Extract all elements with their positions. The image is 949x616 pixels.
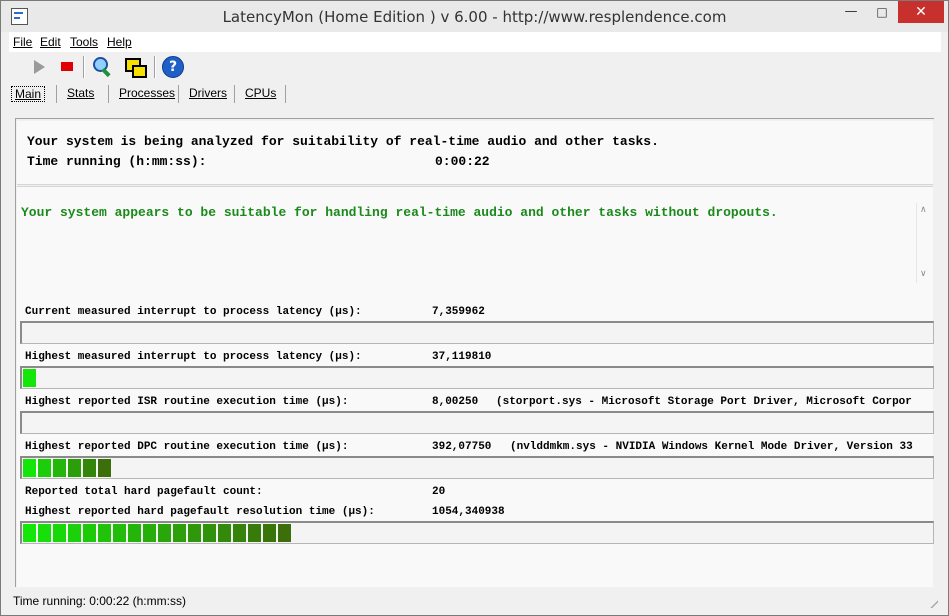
menu-help[interactable]: Help xyxy=(107,35,132,49)
tab-separator xyxy=(56,85,57,103)
tab-drivers[interactable]: Drivers xyxy=(189,86,227,100)
help-icon[interactable] xyxy=(161,55,185,79)
menu-file[interactable]: File xyxy=(13,35,32,49)
progress-segment xyxy=(38,459,51,477)
minimize-button[interactable]: — xyxy=(836,1,866,23)
verdict-scrollbar[interactable]: ∧ ∨ xyxy=(916,203,933,283)
progress-segment xyxy=(68,459,81,477)
tab-separator xyxy=(234,85,235,103)
metric-label: Highest reported hard pagefault resoluti… xyxy=(25,506,375,518)
stop-icon[interactable] xyxy=(55,55,79,79)
title-bar[interactable]: LatencyMon (Home Edition ) v 6.00 - http… xyxy=(1,1,948,32)
progress-segment xyxy=(53,524,66,542)
metric-driver-desc: (nvlddmkm.sys - NVIDIA Windows Kernel Mo… xyxy=(510,441,913,453)
window-title: LatencyMon (Home Edition ) v 6.00 - http… xyxy=(222,8,727,26)
progress-segment xyxy=(263,524,276,542)
menu-edit[interactable]: Edit xyxy=(40,35,61,49)
progress-segment xyxy=(53,459,66,477)
progress-segment xyxy=(203,524,216,542)
tab-strip: Main Stats Processes Drivers CPUs xyxy=(9,82,941,106)
metric-bar xyxy=(20,521,934,544)
scroll-up-icon[interactable]: ∧ xyxy=(920,205,927,215)
analyze-icon[interactable] xyxy=(90,55,114,79)
verdict-text: Your system appears to be suitable for h… xyxy=(21,205,778,220)
metric-value: 37,119810 xyxy=(432,351,492,363)
metric-label: Highest reported DPC routine execution t… xyxy=(25,441,349,453)
tab-processes[interactable]: Processes xyxy=(119,86,175,100)
latencymon-window: LatencyMon (Home Edition ) v 6.00 - http… xyxy=(0,0,949,616)
metric-value: 1054,340938 xyxy=(432,506,505,518)
progress-segment xyxy=(128,524,141,542)
metric-value: 392,07750 xyxy=(432,441,492,453)
metric-value: 20 xyxy=(432,486,446,498)
progress-segment xyxy=(143,524,156,542)
tab-separator xyxy=(178,85,179,103)
analysis-status-box: Your system is being analyzed for suitab… xyxy=(17,121,933,185)
tab-main[interactable]: Main xyxy=(11,86,46,102)
progress-segment xyxy=(218,524,231,542)
progress-segment xyxy=(68,524,81,542)
toolbar-separator xyxy=(154,56,156,78)
progress-segment xyxy=(23,459,36,477)
progress-segment xyxy=(113,524,126,542)
metric-bar xyxy=(20,321,934,344)
metric-bar xyxy=(20,411,934,434)
metric-bar xyxy=(20,366,934,389)
progress-segment xyxy=(23,524,36,542)
toolbar-separator xyxy=(83,56,85,78)
progress-segment xyxy=(98,459,111,477)
tab-separator xyxy=(285,85,286,103)
toolbar xyxy=(9,52,941,82)
status-bar: Time running: 0:00:22 (h:mm:ss) xyxy=(9,591,941,611)
metric-label: Highest measured interrupt to process la… xyxy=(25,351,362,363)
time-running-value: 0:00:22 xyxy=(435,154,490,169)
metric-driver-desc: (storport.sys - Microsoft Storage Port D… xyxy=(496,396,912,408)
close-button[interactable]: ✕ xyxy=(898,1,944,23)
scroll-down-icon[interactable]: ∨ xyxy=(920,269,927,279)
status-text: Time running: 0:00:22 (h:mm:ss) xyxy=(13,594,186,608)
time-running-label: Time running (h:mm:ss): xyxy=(27,154,207,169)
analysis-status-line: Your system is being analyzed for suitab… xyxy=(27,134,659,149)
main-panel: Your system is being analyzed for suitab… xyxy=(15,118,934,587)
play-icon[interactable] xyxy=(27,55,51,79)
resize-grip-icon[interactable] xyxy=(928,598,938,608)
progress-segment xyxy=(158,524,171,542)
progress-segment xyxy=(278,524,291,542)
progress-segment xyxy=(188,524,201,542)
progress-segment xyxy=(83,524,96,542)
windows-icon[interactable] xyxy=(123,55,147,79)
menu-bar: File Edit Tools Help xyxy=(9,32,941,52)
metric-label: Current measured interrupt to process la… xyxy=(25,306,362,318)
progress-segment xyxy=(173,524,186,542)
metric-value: 7,359962 xyxy=(432,306,485,318)
metrics-area: Current measured interrupt to process la… xyxy=(17,299,934,587)
metric-label: Highest reported ISR routine execution t… xyxy=(25,396,349,408)
progress-segment xyxy=(98,524,111,542)
tab-cpus[interactable]: CPUs xyxy=(245,86,276,100)
progress-segment xyxy=(23,369,36,387)
menu-tools[interactable]: Tools xyxy=(70,35,98,49)
maximize-button[interactable]: □ xyxy=(867,1,897,23)
metric-value: 8,00250 xyxy=(432,396,479,408)
tab-stats[interactable]: Stats xyxy=(67,86,94,100)
tab-separator xyxy=(108,85,109,103)
progress-segment xyxy=(233,524,246,542)
metric-label: Reported total hard pagefault count: xyxy=(25,486,263,498)
metric-bar xyxy=(20,456,934,479)
progress-segment xyxy=(38,524,51,542)
verdict-box: Your system appears to be suitable for h… xyxy=(17,186,933,300)
progress-segment xyxy=(248,524,261,542)
progress-segment xyxy=(83,459,96,477)
